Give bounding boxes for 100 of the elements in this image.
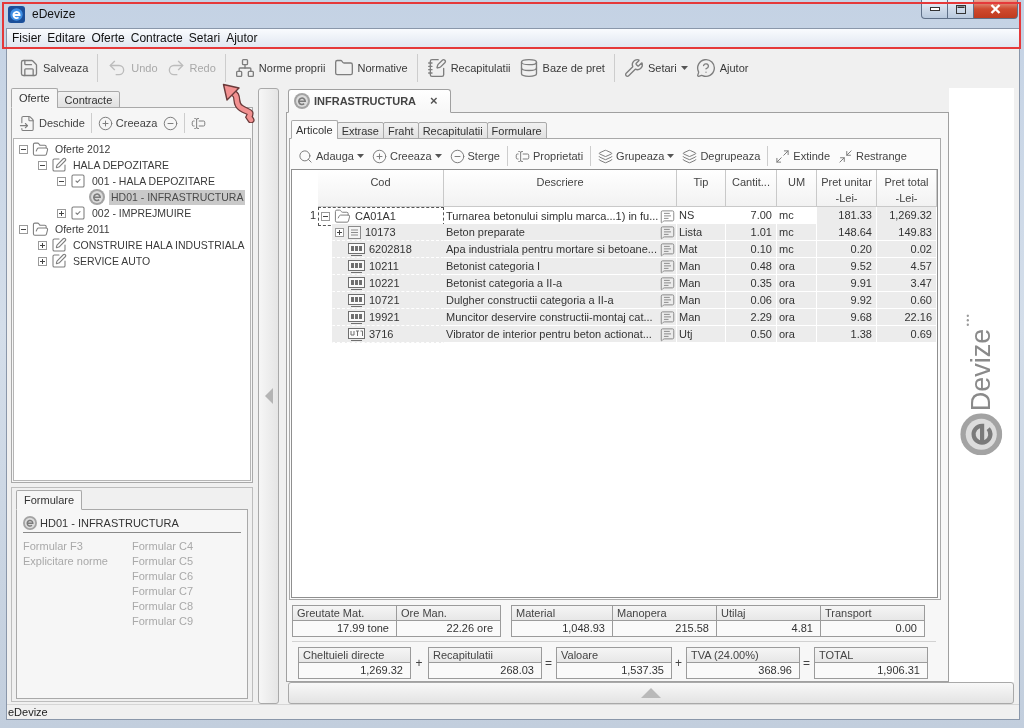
side-panel-toggle[interactable]	[258, 88, 279, 704]
hierarchy-icon	[234, 58, 255, 78]
document-tab[interactable]: INFRASTRUCTURA ×	[288, 89, 451, 113]
total-price-cell: 0.02	[877, 241, 937, 258]
code-cell[interactable]: 10211	[332, 258, 444, 275]
expand-all-button[interactable]: Extinde	[771, 146, 835, 166]
summary-label: Greutate Mat.	[293, 606, 396, 621]
close-tab-button[interactable]: ×	[428, 94, 440, 108]
add-button[interactable]: Adauga	[294, 146, 368, 166]
code-cell[interactable]: 10221	[332, 275, 444, 292]
type-cell: Man	[677, 309, 726, 326]
unit-price-cell: 9.68	[817, 309, 877, 326]
properties-button[interactable]: Proprietati	[510, 146, 588, 166]
sheet-tab[interactable]: Articole	[291, 120, 338, 139]
code-cell[interactable]: 19921	[332, 309, 444, 326]
comment-icon	[660, 275, 675, 291]
column-header[interactable]: UM	[777, 170, 817, 207]
open-folder-icon	[32, 220, 49, 238]
menu-item[interactable]: Setari	[185, 29, 224, 47]
unit-cell: ora	[777, 258, 817, 275]
comment-icon	[660, 309, 675, 325]
own-norms-button[interactable]: Norme proprii	[230, 55, 330, 81]
caret-icon	[356, 154, 364, 158]
delete-button[interactable]: Sterge	[445, 146, 504, 166]
help-icon	[695, 58, 716, 78]
column-header[interactable]: Descriere	[444, 170, 677, 207]
menu-item[interactable]: Editare	[44, 29, 89, 47]
total-price-cell: 149.83	[877, 224, 937, 241]
tree-item[interactable]: SERVICE AUTO	[71, 253, 153, 269]
unit-cell: ora	[777, 326, 817, 343]
ungroup-button[interactable]: Degrupeaza	[678, 146, 765, 166]
code-cell[interactable]: 6202818	[332, 241, 444, 258]
menu-item[interactable]: Ajutor	[223, 29, 261, 47]
create-offer-button[interactable]: Creeaza	[94, 113, 161, 133]
unit-price-cell: 0.20	[817, 241, 877, 258]
collapse-toggle[interactable]	[38, 160, 47, 170]
sheet-tab[interactable]: Recapitulatii	[417, 122, 488, 139]
code-cell[interactable]: CA01A1	[318, 207, 444, 226]
collapse-all-button[interactable]: Restrange	[834, 146, 911, 166]
check-tile-icon	[70, 205, 86, 221]
save-button[interactable]: Salveaza	[15, 55, 93, 81]
create-button[interactable]: Creeaza	[367, 146, 446, 166]
unit-cell: ora	[777, 292, 817, 309]
menu-item[interactable]: Fisier	[9, 29, 45, 47]
summaries-button[interactable]: Recapitulatii	[422, 55, 515, 81]
tree-item[interactable]: 001 - HALA DEPOZITARE	[90, 173, 217, 189]
quantity-cell: 0.35	[726, 275, 777, 292]
menu-item[interactable]: Contracte	[127, 29, 186, 47]
sheet-tab[interactable]: Formulare	[486, 122, 547, 139]
price-databases-button[interactable]: Baze de pret	[514, 55, 609, 81]
comment-icon	[660, 208, 675, 224]
column-header[interactable]: Cod	[318, 170, 444, 207]
bottom-panel-toggle[interactable]	[288, 682, 1014, 704]
total-price-cell: 22.16	[877, 309, 937, 326]
description-text: Turnarea betonului simplu marca...1) in fu...	[446, 208, 659, 224]
menu-item[interactable]: Oferte	[88, 29, 128, 47]
comment-icon	[660, 241, 675, 257]
collapse-toggle[interactable]	[321, 212, 330, 221]
collapse-toggle[interactable]	[19, 144, 28, 154]
help-button[interactable]: Ajutor	[691, 55, 753, 81]
description-text: Beton preparate	[446, 224, 525, 240]
code-cell[interactable]: 10173	[332, 224, 444, 241]
expand-toggle[interactable]	[38, 256, 47, 266]
operator-sign: =	[544, 655, 553, 670]
sheet-tab[interactable]: Extrase	[336, 122, 384, 139]
collapse-toggle[interactable]	[57, 176, 66, 186]
panel-tab[interactable]: Oferte	[11, 88, 58, 108]
norms-button[interactable]: Normative	[329, 55, 412, 81]
e-logo-icon	[23, 515, 37, 530]
unit-price-cell: 9.52	[817, 258, 877, 275]
code-cell[interactable]: 3716	[332, 326, 444, 343]
panel-tab[interactable]: Contracte	[56, 91, 121, 108]
group-button[interactable]: Grupeaza	[594, 146, 679, 166]
tree-item[interactable]: Oferte 2011	[53, 221, 112, 237]
tree-item[interactable]: HALA DEPOZITARE	[71, 157, 172, 173]
sheet-tab[interactable]: Fraht	[383, 122, 419, 139]
expand-toggle[interactable]	[335, 228, 344, 237]
tree-item[interactable]: HD01 - INFRASTRUCTURA	[109, 189, 246, 205]
tree-item[interactable]: Oferte 2012	[53, 141, 113, 157]
column-header[interactable]: Tip	[677, 170, 726, 207]
code-text: 10211	[369, 259, 399, 274]
tree-item[interactable]: CONSTRUIRE HALA INDUSTRIALA	[71, 237, 247, 253]
code-cell[interactable]: 10721	[332, 292, 444, 309]
plus-circle-icon	[97, 115, 113, 131]
tree-item[interactable]: 002 - IMPREJMUIRE	[90, 205, 194, 221]
column-header[interactable]: Pret unitar -Lei-	[817, 170, 877, 207]
code-text: 3716	[369, 327, 394, 342]
description-text: Dulgher constructii categoria a II-a	[446, 292, 614, 308]
window-title: eDevize	[32, 7, 76, 21]
settings-button[interactable]: Setari	[619, 55, 692, 81]
description-text: Apa industriala pentru mortare si betoane...	[446, 241, 657, 257]
column-header[interactable]: Cantit...	[726, 170, 777, 207]
open-button[interactable]: Deschide	[16, 113, 88, 133]
column-header[interactable]: Pret total -Lei-	[877, 170, 937, 207]
summary-label: TOTAL	[815, 647, 927, 663]
expand-toggle[interactable]	[38, 240, 47, 250]
description-text: Betonist categoria I	[446, 258, 541, 274]
expand-toggle[interactable]	[57, 208, 66, 218]
collapse-toggle[interactable]	[19, 224, 28, 234]
panel-tab[interactable]: Formulare	[16, 490, 83, 510]
